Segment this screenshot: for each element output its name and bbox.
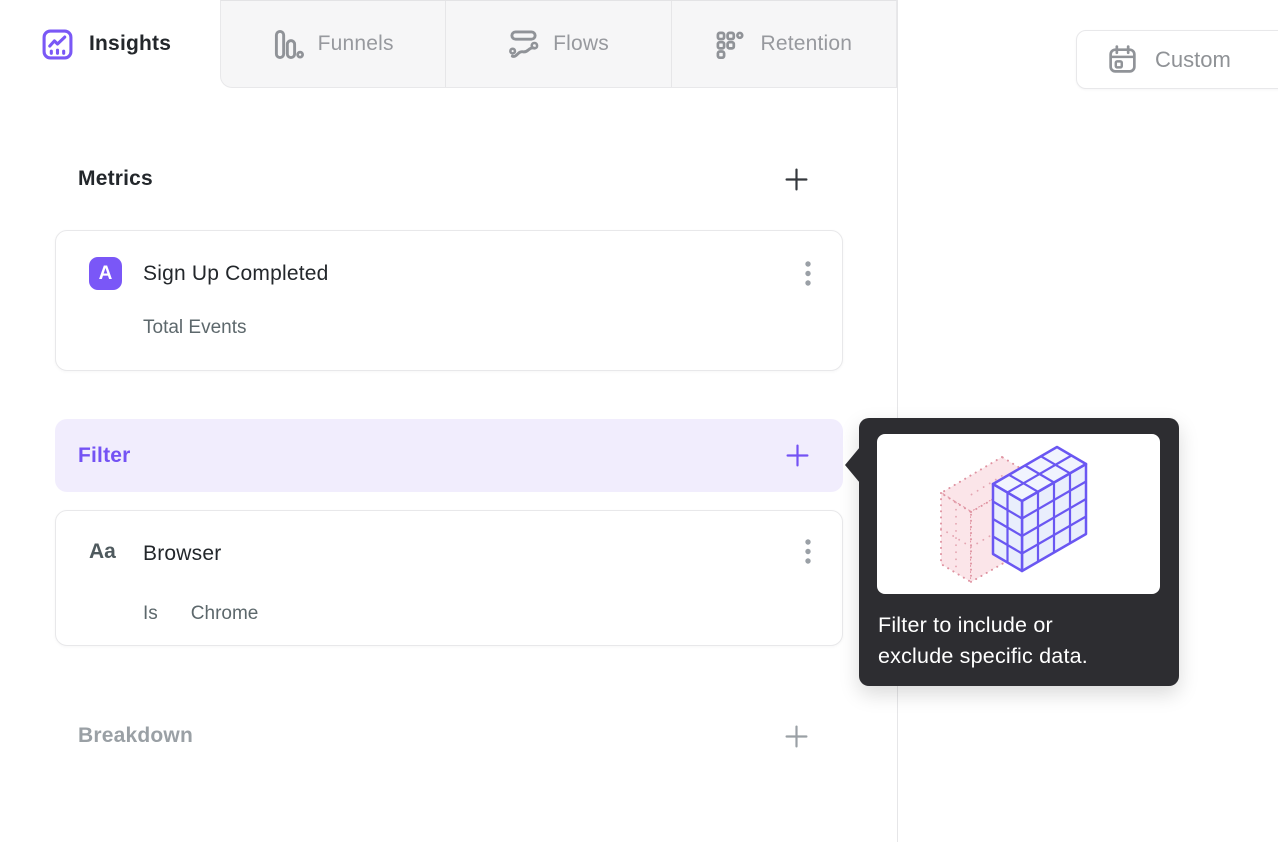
tab-flows[interactable]: Flows (445, 1, 670, 87)
tab-flows-label: Flows (553, 32, 609, 55)
filter-condition: Is Chrome (143, 603, 258, 625)
tooltip-caption-line1: Filter to include or (878, 613, 1053, 637)
add-filter-plus-icon[interactable] (785, 443, 810, 468)
inactive-tab-group: Funnels Flows Retention (220, 0, 897, 88)
add-breakdown-plus-icon[interactable] (784, 724, 809, 749)
custom-date-button[interactable]: Custom (1076, 30, 1278, 89)
tab-retention[interactable]: Retention (670, 1, 896, 87)
metrics-title: Metrics (78, 167, 153, 190)
flows-icon (508, 29, 539, 60)
filter-property-name: Browser (143, 542, 222, 565)
filter-title: Filter (78, 443, 131, 467)
filter-operator[interactable]: Is (143, 603, 158, 625)
calendar-icon (1106, 43, 1139, 76)
filter-value[interactable]: Chrome (191, 603, 259, 625)
tab-funnels-label: Funnels (317, 32, 394, 55)
line-chart-icon (41, 28, 74, 61)
tooltip-caption: Filter to include or exclude specific da… (878, 610, 1163, 672)
kebab-menu-icon[interactable] (804, 259, 812, 293)
add-metric-plus-icon[interactable] (784, 167, 809, 192)
string-property-badge: Aa (89, 540, 116, 563)
tab-funnels[interactable]: Funnels (221, 1, 445, 87)
filter-section-bar[interactable]: Filter (55, 419, 843, 492)
custom-date-label: Custom (1155, 46, 1231, 72)
metrics-section-header: Metrics (78, 164, 809, 194)
tooltip-arrow (845, 447, 860, 483)
breakdown-section-header: Breakdown (78, 721, 809, 751)
tab-insights-label: Insights (89, 32, 172, 55)
retention-grid-icon (715, 29, 746, 60)
metric-aggregation[interactable]: Total Events (143, 317, 247, 339)
isometric-cubes-filter-illustration (877, 434, 1160, 594)
tooltip-caption-line2: exclude specific data. (878, 644, 1088, 668)
tab-insights[interactable]: Insights (0, 0, 220, 88)
tab-retention-label: Retention (760, 32, 853, 55)
filter-card[interactable]: Aa Browser Is Chrome (55, 510, 843, 646)
metric-series-badge: A (89, 257, 122, 290)
filter-tooltip: Filter to include or exclude specific da… (845, 418, 1179, 686)
metric-card[interactable]: A Sign Up Completed Total Events (55, 230, 843, 371)
kebab-menu-icon[interactable] (804, 537, 812, 571)
metric-event-name: Sign Up Completed (143, 262, 329, 285)
insights-query-builder: Insights Funnels Flows Retention Custom … (0, 0, 1278, 842)
breakdown-title: Breakdown (78, 724, 193, 747)
funnel-bars-icon (273, 29, 304, 60)
